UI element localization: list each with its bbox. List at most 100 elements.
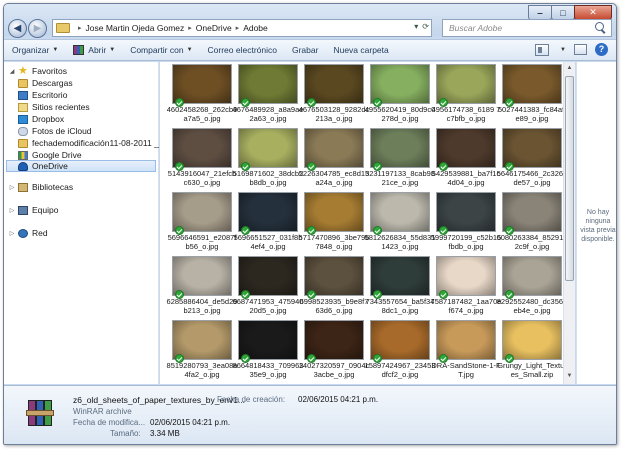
file-name: 6080263384_85291e2c9f_o.jpg	[496, 233, 563, 251]
file-tile[interactable]: 5231197133_8cab9821ce_o.jpg	[364, 126, 435, 190]
file-tile[interactable]: 5646175466_2c3262de57_o.jpg	[496, 126, 563, 190]
file-tile[interactable]: 4676503128_9282dc213a_o.jpg	[298, 62, 370, 126]
file-tile[interactable]: 6687471953_47594020d5_o.jpg	[232, 254, 303, 318]
file-tile[interactable]: 5696651527_031f8b4ef4_o.jpg	[232, 190, 302, 254]
file-name: 5143916047_21efcbc630_o.jpg	[167, 169, 237, 187]
sidebar-item-downloads[interactable]: Descargas	[18, 77, 73, 89]
file-tile[interactable]: 8519280793_3ea08a4fa2_o.jpg	[166, 318, 238, 382]
sidebar-item-label: Descargas	[32, 78, 73, 88]
sidebar-favorites-label: Favoritos	[32, 66, 67, 76]
chevron-down-icon: ▼	[109, 47, 116, 53]
chevron-right-icon: ▸	[235, 25, 240, 32]
libraries-icon	[18, 182, 28, 192]
email-label: Correo electrónico	[207, 45, 277, 55]
file-tile[interactable]: 8664818433_70996335e9_o.jpg	[232, 318, 304, 382]
sidebar-favorites[interactable]: ◢ ★ Favoritos	[8, 65, 67, 77]
scroll-up-icon[interactable]: ▲	[564, 63, 575, 74]
file-name: 7343557654_ba5f348dc1_o.jpg	[365, 297, 435, 315]
chevron-down-icon[interactable]: ▼	[560, 47, 566, 53]
open-button[interactable]: Abrir ▼	[73, 45, 115, 55]
file-tile[interactable]: 5999720199_c52b15fbdb_o.jpg	[430, 190, 502, 254]
file-name: 8664818433_70996335e9_o.jpg	[232, 361, 304, 379]
star-icon: ★	[18, 64, 28, 77]
file-tile[interactable]: 5717470896_3be7967848_o.jpg	[298, 190, 369, 254]
scroll-thumb[interactable]	[565, 76, 574, 281]
file-tile[interactable]: 15897424967_23453dfcf2_o.jpg	[364, 318, 435, 382]
sidebar-network[interactable]: ▷ Red	[8, 227, 48, 239]
file-tile[interactable]: 4676489928_a8a9ae2a63_o.jpg	[232, 62, 304, 126]
breadcrumb-user[interactable]: Jose Martin Ojeda Gomez	[86, 23, 185, 33]
file-tile[interactable]: 4602458268_262cb9a7a5_o.jpg	[166, 62, 237, 126]
preview-pane-icon[interactable]	[574, 44, 587, 55]
file-tile[interactable]: DRA-SandStone-1-FT.jpg	[430, 318, 501, 382]
file-tile[interactable]: Grungy_Light_Textures_Small.zip	[496, 318, 563, 382]
file-name: 8519280793_3ea08a4fa2_o.jpg	[166, 361, 238, 379]
email-button[interactable]: Correo electrónico	[208, 45, 277, 55]
refresh-icon[interactable]: ⟳	[422, 22, 429, 31]
sidebar-libraries[interactable]: ▷ Bibliotecas	[8, 181, 73, 193]
file-name: 5696651527_031f8b4ef4_o.jpg	[233, 233, 303, 251]
help-icon[interactable]: ?	[595, 43, 608, 56]
sidebar-item-dropbox[interactable]: Dropbox	[18, 113, 64, 125]
winrar-icon	[73, 45, 85, 55]
organize-button[interactable]: Organizar ▼	[12, 45, 58, 55]
breadcrumb-adobe[interactable]: Adobe	[243, 23, 268, 33]
view-icon[interactable]	[535, 43, 550, 56]
sidebar-computer[interactable]: ▷ Equipo	[8, 204, 59, 216]
recent-places-icon	[18, 102, 28, 112]
forward-button[interactable]: ▶	[28, 18, 47, 38]
file-tile[interactable]: 4955620419_80d9c0278d_o.jpg	[364, 62, 435, 126]
folder-icon	[56, 23, 70, 33]
file-tile[interactable]: 8292552480_dc3564eb4e_o.jpg	[496, 254, 563, 318]
file-tile[interactable]: 5027441383_fc84affe89_o.jpg	[496, 62, 563, 126]
file-tile[interactable]: 6080263384_85291e2c9f_o.jpg	[496, 190, 563, 254]
file-tile[interactable]: 6998523935_b9e8f763d6_o.jpg	[298, 254, 368, 318]
file-tile[interactable]: 7343557654_ba5f348dc1_o.jpg	[364, 254, 434, 318]
address-bar[interactable]: ▸ Jose Martin Ojeda Gomez ▸ OneDrive ▸ A…	[52, 19, 432, 37]
address-actions: ▾ ⟳	[414, 22, 429, 31]
modified-value: 02/06/2015 04:21 p.m.	[150, 418, 231, 427]
file-tile[interactable]: 4956174738_6189 7c7bfb_o.jpg	[430, 62, 500, 126]
new-folder-button[interactable]: Nueva carpeta	[333, 45, 388, 55]
expand-icon[interactable]: ▷	[8, 207, 16, 214]
file-tile[interactable]: 5696646591_e2087fb56_o.jpg	[166, 190, 236, 254]
file-tile[interactable]: 5143916047_21efcbc630_o.jpg	[166, 126, 236, 190]
desktop-icon	[18, 90, 28, 100]
file-name: 14027320597_0904c3acbe_o.jpg	[298, 361, 370, 379]
vertical-scrollbar[interactable]: ▲ ▼	[563, 62, 575, 384]
file-tile[interactable]: 5169871602_38dcb2b8db_o.jpg	[232, 126, 303, 190]
breadcrumb-onedrive[interactable]: OneDrive	[196, 23, 232, 33]
expand-icon[interactable]: ▷	[8, 184, 16, 191]
scroll-down-icon[interactable]: ▼	[564, 371, 575, 382]
sidebar-item-recent[interactable]: Sitios recientes	[18, 101, 90, 113]
explorer-window: ‒ □ ✕ ◀ ▶ ▸ Jose Martin Ojeda Gomez ▸ On…	[3, 3, 617, 445]
details-pane: z6_old_sheets_of_paper_textures_by_env1.…	[4, 385, 616, 444]
sidebar-item-label: Fotos de iCloud	[32, 126, 92, 136]
sidebar-computer-label: Equipo	[32, 205, 59, 215]
chevron-down-icon[interactable]: ▾	[414, 22, 418, 31]
search-icon[interactable]	[594, 21, 608, 35]
file-tile[interactable]: 5812626834_55d8311423_o.jpg	[364, 190, 435, 254]
sidebar-item-icloud[interactable]: Fotos de iCloud	[18, 125, 92, 137]
file-name: 8292552480_dc3564eb4e_o.jpg	[496, 297, 563, 315]
file-name: 5999720199_c52b15fbdb_o.jpg	[430, 233, 502, 251]
file-tile[interactable]: 6285886404_de5d29b213_o.jpg	[166, 254, 238, 318]
view-controls: ▼ ?	[535, 43, 608, 56]
file-tile[interactable]: 5226304785_ec8d13a24a_o.jpg	[298, 126, 369, 190]
file-name: 6285886404_de5d29b213_o.jpg	[166, 297, 238, 315]
burn-button[interactable]: Grabar	[292, 45, 318, 55]
file-tile[interactable]: 7587187482_1aa70ef674_o.jpg	[430, 254, 501, 318]
share-button[interactable]: Compartir con ▼	[130, 45, 192, 55]
created-label: Fecha de creación:	[217, 395, 286, 404]
expand-icon[interactable]: ▷	[8, 230, 16, 237]
sidebar-item-onedrive[interactable]: OneDrive	[6, 160, 156, 172]
sidebar-item-desktop[interactable]: Escritorio	[18, 89, 67, 101]
organize-label: Organizar	[12, 45, 50, 55]
file-tile[interactable]: 5429539881_ba7f1c4d04_o.jpg	[430, 126, 500, 190]
collapse-icon[interactable]: ◢	[8, 68, 16, 75]
file-tile[interactable]: 14027320597_0904c3acbe_o.jpg	[298, 318, 370, 382]
file-name: 4676489928_a8a9ae2a63_o.jpg	[232, 105, 304, 123]
back-button[interactable]: ◀	[8, 18, 27, 38]
search-input[interactable]: Buscar Adobe	[442, 19, 612, 37]
file-name: 4676503128_9282dc213a_o.jpg	[298, 105, 370, 123]
